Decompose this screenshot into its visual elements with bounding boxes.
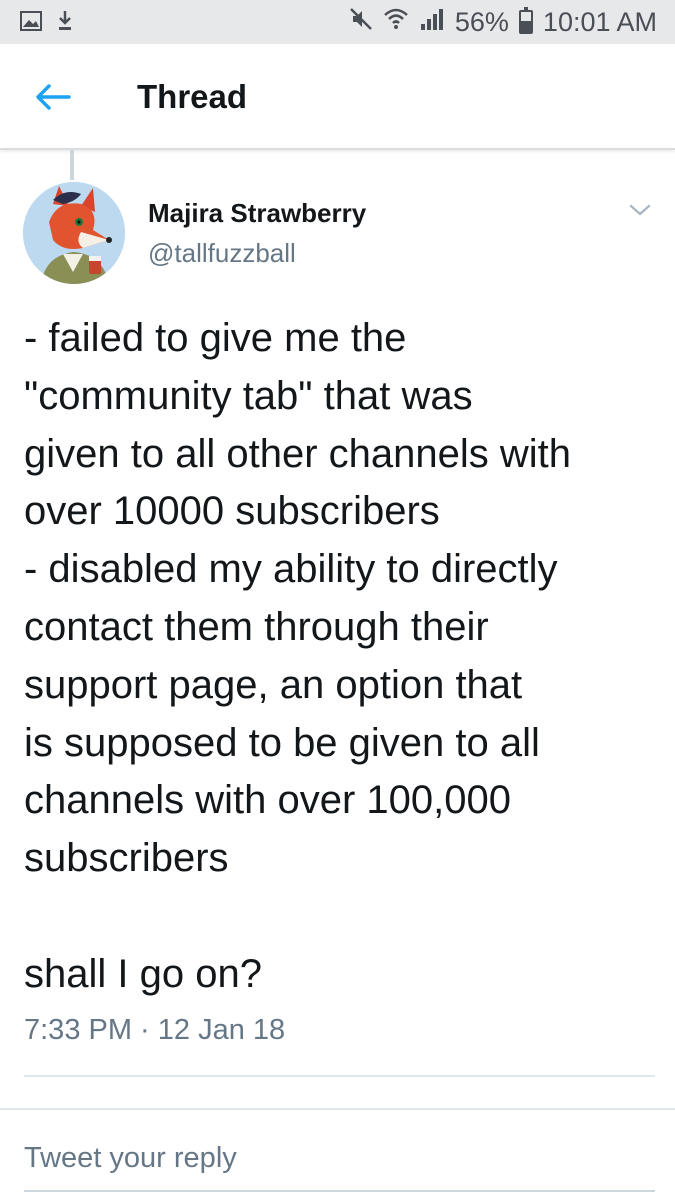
status-bar-right: 56% 10:01 AM [349, 0, 657, 44]
reply-underline [24, 1190, 655, 1192]
battery-icon [518, 7, 533, 34]
author-name[interactable]: Majira Strawberry [148, 198, 366, 229]
arrow-left-icon [36, 84, 71, 110]
reply-bar [0, 1108, 675, 1200]
author-handle[interactable]: @tallfuzzball [148, 238, 296, 269]
image-icon [20, 11, 42, 36]
tweet-timestamp: 7:33 PM · 12 Jan 18 [24, 1014, 286, 1046]
reply-input[interactable] [24, 1140, 651, 1176]
battery-percent: 56% [454, 6, 509, 37]
avatar[interactable] [23, 182, 125, 284]
status-time: 10:01 AM [542, 6, 657, 37]
app-header: Thread [0, 44, 675, 150]
fox-avatar-icon [23, 182, 125, 284]
download-icon [56, 10, 74, 37]
wifi-icon [383, 7, 409, 38]
divider [24, 1075, 655, 1077]
thread-connector-line [70, 150, 74, 180]
status-bar: 56% 10:01 AM [0, 0, 675, 44]
back-button[interactable] [30, 74, 76, 120]
status-bar-left [20, 10, 74, 37]
chevron-down-icon[interactable] [626, 196, 654, 224]
signal-icon [419, 7, 445, 38]
mute-icon [349, 7, 373, 38]
tweet-text: - failed to give me the "community tab" … [24, 316, 571, 996]
page-title: Thread [137, 78, 248, 115]
